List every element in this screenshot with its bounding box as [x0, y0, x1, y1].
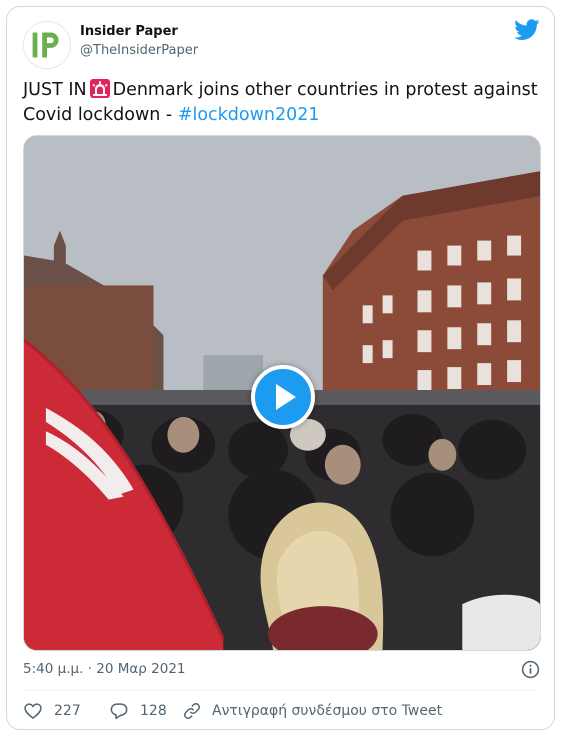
author-display-name[interactable]: Insider Paper	[80, 24, 178, 39]
tweet-text: JUST IN Denmark joins other countries in…	[23, 78, 543, 128]
author-handle[interactable]: @TheInsiderPaper	[80, 43, 198, 58]
reply-count: 128	[140, 703, 167, 719]
play-button[interactable]	[251, 365, 315, 429]
tweet-timestamp[interactable]: 5:40 μ.μ. · 20 Μαρ 2021	[23, 661, 186, 677]
tweet-date[interactable]: 20 Μαρ 2021	[96, 661, 185, 677]
author-avatar[interactable]	[23, 21, 71, 69]
tweet-text-intro: JUST IN	[23, 80, 87, 100]
siren-emoji-icon	[89, 79, 110, 98]
reply-button[interactable]: 128	[109, 699, 167, 723]
reply-bubble-icon	[109, 701, 129, 721]
like-button[interactable]: 227	[23, 699, 81, 723]
like-count: 227	[54, 703, 81, 719]
tweet-video[interactable]	[23, 135, 541, 651]
tweet-card: Insider Paper @TheInsiderPaper JUST IN D…	[6, 6, 555, 730]
play-icon	[276, 384, 296, 410]
heart-icon	[23, 701, 43, 721]
twitter-bird-icon[interactable]	[514, 19, 540, 41]
divider	[23, 690, 538, 691]
link-icon	[182, 701, 202, 721]
tweet-time[interactable]: 5:40 μ.μ.	[23, 661, 83, 677]
timestamp-separator: ·	[87, 661, 92, 677]
copy-link-button[interactable]: Αντιγραφή συνδέσμου στο Tweet	[182, 699, 442, 723]
copy-link-label: Αντιγραφή συνδέσμου στο Tweet	[212, 703, 443, 719]
insider-paper-logo	[24, 22, 70, 68]
info-icon[interactable]	[521, 660, 540, 679]
hashtag-link[interactable]: #lockdown2021	[178, 105, 320, 125]
